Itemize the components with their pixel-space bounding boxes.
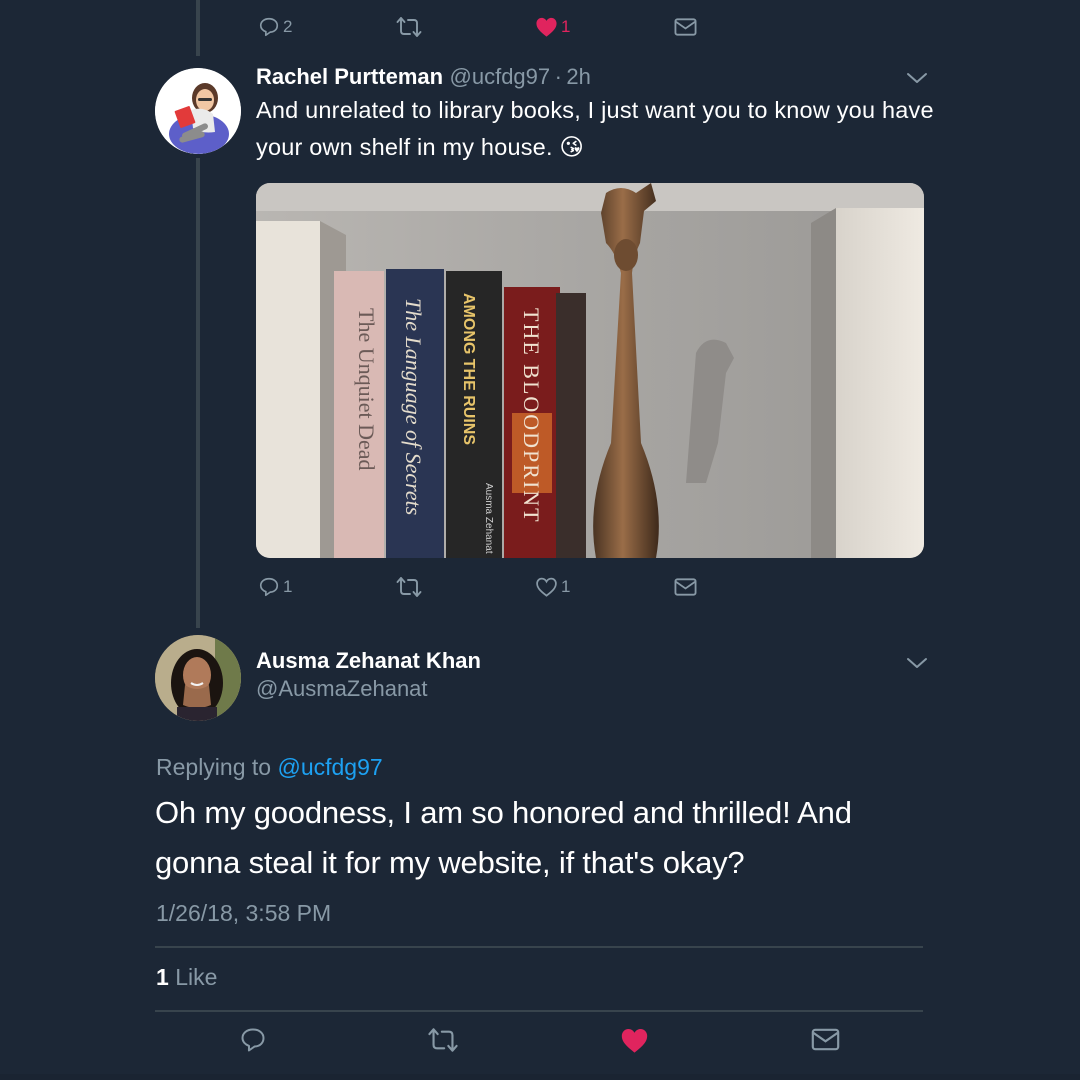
reply-icon bbox=[241, 1028, 265, 1052]
reply-action[interactable]: 1 bbox=[258, 576, 292, 598]
chevron-down-icon[interactable] bbox=[906, 656, 928, 670]
rachel-handle[interactable]: @ucfdg97 bbox=[450, 64, 551, 89]
retweet-action[interactable] bbox=[396, 576, 422, 598]
profile-photo-icon bbox=[155, 635, 241, 721]
main-tweet-text: Oh my goodness, I am so honored and thri… bbox=[155, 795, 852, 880]
svg-text:THE BLOODPRINT: THE BLOODPRINT bbox=[519, 308, 544, 524]
time-separator: · bbox=[554, 64, 562, 89]
kiss-emoji: 😘 bbox=[559, 133, 585, 161]
heart-filled-icon bbox=[621, 1029, 648, 1053]
retweet-icon bbox=[396, 577, 422, 597]
likes-label: Like bbox=[175, 964, 218, 990]
heart-outline-icon bbox=[536, 577, 557, 597]
dm-action[interactable] bbox=[674, 17, 697, 37]
likes-count: 1 bbox=[156, 964, 169, 990]
heart-filled-icon bbox=[536, 17, 557, 37]
like-action[interactable] bbox=[620, 1027, 649, 1054]
thread-line-top bbox=[196, 0, 200, 56]
thread-line-middle bbox=[196, 158, 200, 628]
divider bbox=[155, 1010, 923, 1012]
ausma-name[interactable]: Ausma Zehanat Khan bbox=[256, 648, 481, 674]
rachel-name[interactable]: Rachel Purtteman bbox=[256, 64, 443, 89]
tweet-timestamp[interactable]: 1/26/18, 3:58 PM bbox=[156, 900, 331, 927]
reply-action[interactable]: 2 bbox=[258, 16, 292, 38]
rachel-time: 2h bbox=[566, 64, 591, 89]
rachel-header: Rachel Purtteman @ucfdg97 · 2h bbox=[256, 64, 591, 90]
like-action[interactable]: 1 bbox=[535, 576, 570, 598]
reply-icon bbox=[259, 17, 279, 37]
avatar-rachel[interactable] bbox=[155, 68, 241, 154]
envelope-icon bbox=[674, 18, 697, 36]
avatar-ausma[interactable] bbox=[155, 635, 241, 721]
like-count: 1 bbox=[561, 17, 571, 36]
tweet-photo[interactable]: The Unquiet Dead The Language of Secrets… bbox=[256, 183, 924, 558]
replying-to-line: Replying to @ucfdg97 bbox=[156, 754, 383, 781]
bookshelf-photo: The Unquiet Dead The Language of Secrets… bbox=[256, 183, 924, 558]
bottom-edge bbox=[0, 1074, 1080, 1080]
svg-text:The Unquiet Dead: The Unquiet Dead bbox=[354, 308, 379, 471]
retweet-action[interactable] bbox=[396, 16, 422, 38]
like-count: 1 bbox=[561, 577, 571, 596]
like-action[interactable]: 1 bbox=[535, 16, 570, 38]
rachel-tweet-text-block: And unrelated to library books, I just w… bbox=[256, 92, 936, 166]
retweet-icon bbox=[396, 17, 422, 37]
reply-icon bbox=[259, 577, 279, 597]
retweet-icon bbox=[428, 1028, 458, 1052]
chevron-down-icon[interactable] bbox=[906, 71, 928, 85]
envelope-icon bbox=[811, 1028, 840, 1051]
ausma-header: Ausma Zehanat Khan @AusmaZehanat bbox=[256, 648, 481, 702]
dm-action[interactable] bbox=[811, 1027, 840, 1052]
likes-summary[interactable]: 1 Like bbox=[156, 964, 217, 991]
retweet-action[interactable] bbox=[427, 1027, 459, 1053]
replying-handle-link[interactable]: @ucfdg97 bbox=[277, 754, 382, 780]
svg-text:AMONG THE RUINS: AMONG THE RUINS bbox=[460, 293, 477, 445]
reply-action[interactable] bbox=[239, 1026, 267, 1054]
rachel-tweet-text: And unrelated to library books, I just w… bbox=[256, 97, 934, 160]
ausma-handle[interactable]: @AusmaZehanat bbox=[256, 676, 481, 702]
bitmoji-reading-avatar-icon bbox=[155, 68, 241, 154]
svg-text:Ausma Zehanat: Ausma Zehanat bbox=[483, 483, 494, 554]
svg-text:The Language of Secrets: The Language of Secrets bbox=[401, 298, 426, 515]
divider bbox=[155, 946, 923, 948]
reply-count: 2 bbox=[283, 17, 293, 36]
envelope-icon bbox=[674, 578, 697, 596]
replying-prefix: Replying to bbox=[156, 754, 272, 780]
dm-action[interactable] bbox=[674, 577, 697, 597]
reply-count: 1 bbox=[283, 577, 293, 596]
